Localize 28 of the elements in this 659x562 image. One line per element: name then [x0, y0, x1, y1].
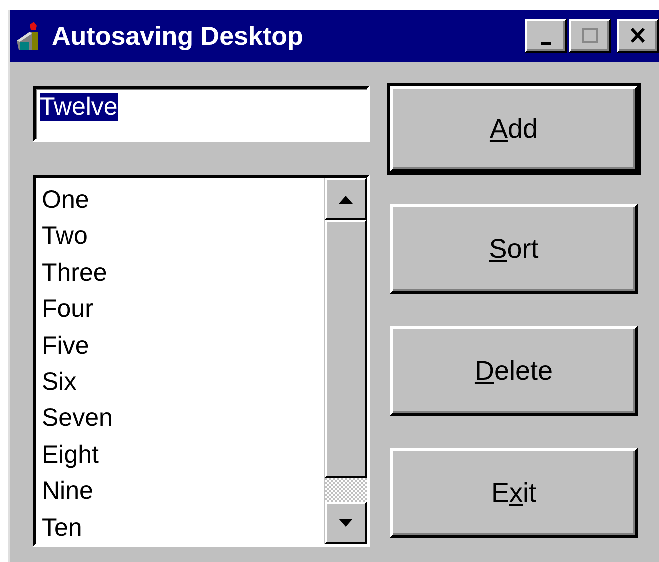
list-item[interactable]: Eight — [42, 436, 318, 474]
list-box[interactable]: One Two Three Four Five Six Seven Eight Nine Ten — [33, 175, 370, 547]
list-item[interactable]: One — [42, 182, 318, 218]
push-button[interactable]: Sort — [390, 204, 638, 294]
list-item[interactable]: Five — [42, 328, 318, 364]
scroll-up-button[interactable] — [325, 178, 367, 220]
list-item[interactable]: Seven — [42, 400, 318, 437]
window-title: Autosaving Desktop — [52, 20, 304, 52]
list-item[interactable]: Three — [42, 254, 318, 292]
maximize-icon — [580, 26, 600, 46]
list-item[interactable]: Nine — [42, 473, 318, 510]
minimize-icon — [541, 42, 551, 44]
scroll-thumb[interactable] — [325, 220, 367, 478]
close-icon — [628, 26, 648, 46]
list-item[interactable]: Ten — [42, 510, 318, 546]
push-button[interactable]: Exit — [390, 448, 638, 538]
down-arrow-icon — [336, 517, 356, 529]
push-button[interactable]: Delete — [390, 326, 638, 416]
maximize-button[interactable] — [569, 19, 611, 53]
list-item[interactable]: Four — [42, 291, 318, 328]
list-item[interactable]: Six — [42, 364, 318, 400]
scroll-down-button[interactable] — [325, 502, 367, 544]
push-button[interactable]: Add — [390, 86, 638, 172]
text-field[interactable]: Twelve — [33, 86, 370, 142]
scroll-track[interactable] — [325, 478, 367, 502]
minimize-button[interactable] — [525, 19, 567, 53]
list-item[interactable]: Two — [42, 218, 318, 255]
close-button[interactable] — [617, 19, 659, 53]
